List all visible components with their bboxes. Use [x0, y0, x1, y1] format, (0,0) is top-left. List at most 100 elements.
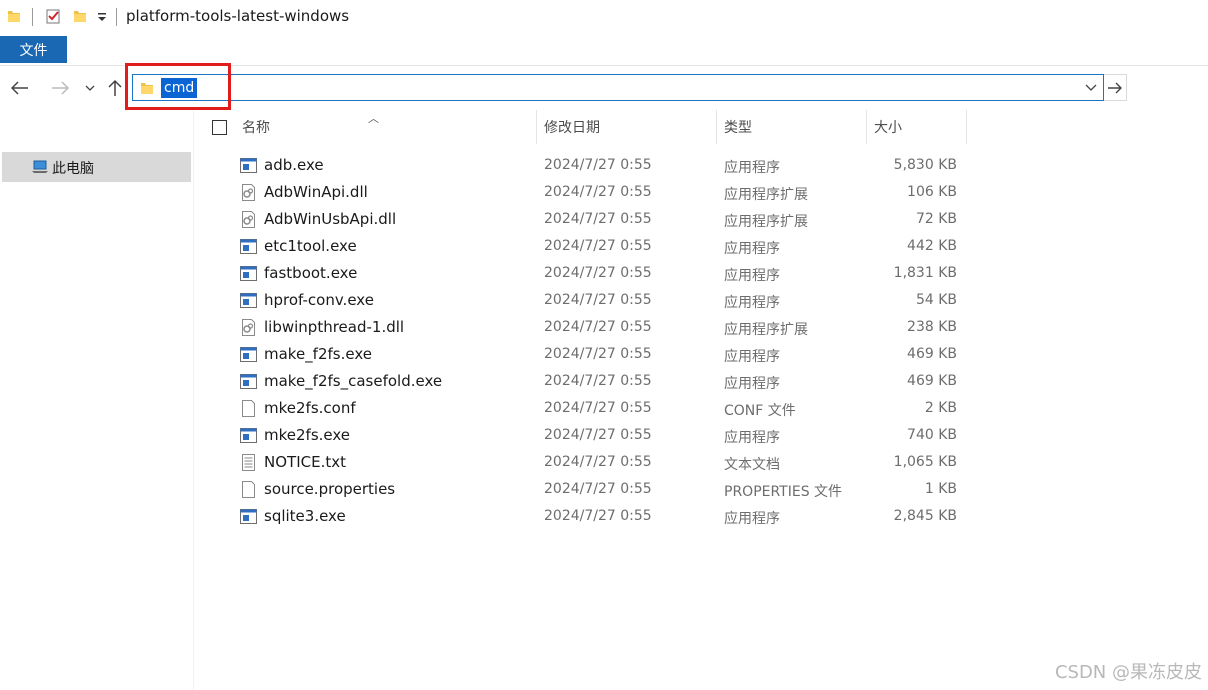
up-button[interactable]	[105, 78, 125, 98]
file-row[interactable]: mke2fs.exe 2024/7/27 0:55 应用程序 740 KB	[196, 422, 996, 449]
file-type: 应用程序	[724, 430, 780, 446]
file-row[interactable]: AdbWinApi.dll 2024/7/27 0:55 应用程序扩展 106 KB	[196, 179, 996, 206]
file-list: adb.exe 2024/7/27 0:55 应用程序 5,830 KB AdbWinA…	[196, 152, 996, 530]
file-type: PROPERTIES 文件	[724, 484, 843, 500]
title-separator	[116, 8, 117, 26]
arrow-left-icon	[11, 81, 28, 95]
file-name: NOTICE.txt	[264, 453, 346, 471]
file-date: 2024/7/27 0:55	[544, 238, 652, 254]
navigation-pane: 此电脑	[0, 110, 194, 690]
exe-file-icon	[240, 265, 257, 282]
file-name: mke2fs.exe	[264, 426, 351, 444]
file-size: 72 KB	[915, 211, 957, 227]
txt-file-icon	[240, 454, 257, 471]
arrow-up-icon	[108, 79, 122, 96]
sidebar-item-this-pc[interactable]: 此电脑	[2, 152, 191, 182]
file-type: CONF 文件	[724, 403, 796, 419]
address-bar[interactable]: cmd	[132, 74, 1104, 101]
column-header: ︿ 名称 修改日期 类型 大小	[196, 110, 996, 144]
file-type: 应用程序	[724, 349, 780, 365]
file-row[interactable]: AdbWinUsbApi.dll 2024/7/27 0:55 应用程序扩展 72 K…	[196, 206, 996, 233]
exe-file-icon	[240, 427, 257, 444]
column-divider[interactable]	[866, 110, 867, 144]
new-folder-icon[interactable]	[72, 8, 88, 24]
dll-file-icon	[240, 211, 257, 228]
title-separator	[32, 8, 33, 26]
title-bar: platform-tools-latest-windows	[0, 0, 1208, 34]
chevron-down-icon[interactable]	[1083, 79, 1099, 95]
file-type: 应用程序扩展	[724, 214, 808, 230]
column-divider[interactable]	[536, 110, 537, 144]
folder-icon[interactable]	[6, 8, 22, 24]
file-date: 2024/7/27 0:55	[544, 292, 652, 308]
customize-toolbar-icon[interactable]	[94, 8, 110, 24]
file-name: sqlite3.exe	[264, 507, 346, 525]
window-title: platform-tools-latest-windows	[126, 7, 350, 25]
computer-icon	[32, 160, 48, 173]
file-row[interactable]: source.properties 2024/7/27 0:55 PROPERTIE…	[196, 476, 996, 503]
sidebar-item-label: 此电脑	[52, 161, 94, 177]
file-tab[interactable]: 文件	[0, 36, 67, 63]
file-name: AdbWinApi.dll	[264, 183, 368, 201]
file-type: 应用程序扩展	[724, 322, 808, 338]
exe-file-icon	[240, 238, 257, 255]
column-size[interactable]: 大小	[874, 110, 964, 144]
file-file-icon	[240, 400, 257, 417]
column-date[interactable]: 修改日期	[544, 110, 714, 144]
column-divider[interactable]	[966, 110, 967, 144]
file-name: source.properties	[264, 480, 396, 498]
file-row[interactable]: NOTICE.txt 2024/7/27 0:55 文本文档 1,065 KB	[196, 449, 996, 476]
file-name: AdbWinUsbApi.dll	[264, 210, 397, 228]
file-row[interactable]: fastboot.exe 2024/7/27 0:55 应用程序 1,831 KB	[196, 260, 996, 287]
file-name: etc1tool.exe	[264, 237, 357, 255]
column-name[interactable]: 名称	[242, 110, 532, 144]
file-date: 2024/7/27 0:55	[544, 157, 652, 173]
file-row[interactable]: libwinpthread-1.dll 2024/7/27 0:55 应用程序扩展 2…	[196, 314, 996, 341]
file-name: hprof-conv.exe	[264, 291, 374, 309]
file-row[interactable]: make_f2fs.exe 2024/7/27 0:55 应用程序 469 KB	[196, 341, 996, 368]
chevron-down-icon	[85, 85, 95, 91]
file-type: 应用程序	[724, 241, 780, 257]
file-date: 2024/7/27 0:55	[544, 508, 652, 524]
file-size: 1,065 KB	[893, 454, 957, 470]
back-button[interactable]	[10, 78, 30, 98]
properties-icon[interactable]	[45, 8, 61, 24]
file-type: 应用程序	[724, 376, 780, 392]
file-name: libwinpthread-1.dll	[264, 318, 405, 336]
go-button[interactable]	[1104, 74, 1127, 101]
file-date: 2024/7/27 0:55	[544, 319, 652, 335]
file-row[interactable]: etc1tool.exe 2024/7/27 0:55 应用程序 442 KB	[196, 233, 996, 260]
exe-file-icon	[240, 292, 257, 309]
file-name: mke2fs.conf	[264, 399, 356, 417]
file-row[interactable]: mke2fs.conf 2024/7/27 0:55 CONF 文件 2 KB	[196, 395, 996, 422]
column-type[interactable]: 类型	[724, 110, 864, 144]
file-type: 文本文档	[724, 457, 780, 473]
file-date: 2024/7/27 0:55	[544, 427, 652, 443]
file-name: adb.exe	[264, 156, 324, 174]
file-date: 2024/7/27 0:55	[544, 454, 652, 470]
annotation-highlight-box	[125, 63, 231, 110]
column-divider[interactable]	[716, 110, 717, 144]
watermark: CSDN @果冻皮皮	[1054, 662, 1202, 683]
file-date: 2024/7/27 0:55	[544, 184, 652, 200]
file-date: 2024/7/27 0:55	[544, 346, 652, 362]
select-all-checkbox[interactable]	[212, 120, 227, 135]
dll-file-icon	[240, 319, 257, 336]
file-type: 应用程序	[724, 511, 780, 527]
file-date: 2024/7/27 0:55	[544, 211, 652, 227]
file-size: 469 KB	[907, 373, 957, 389]
file-size: 238 KB	[907, 319, 957, 335]
file-size: 5,830 KB	[893, 157, 957, 173]
file-row[interactable]: make_f2fs_casefold.exe 2024/7/27 0:55 应用程序…	[196, 368, 996, 395]
file-type: 应用程序	[724, 160, 780, 176]
file-name: make_f2fs_casefold.exe	[264, 372, 443, 390]
file-row[interactable]: hprof-conv.exe 2024/7/27 0:55 应用程序 54 KB	[196, 287, 996, 314]
file-row[interactable]: sqlite3.exe 2024/7/27 0:55 应用程序 2,845 KB	[196, 503, 996, 530]
file-date: 2024/7/27 0:55	[544, 373, 652, 389]
forward-button[interactable]	[50, 78, 70, 98]
file-date: 2024/7/27 0:55	[544, 400, 652, 416]
ribbon: 文件	[0, 34, 1208, 66]
file-size: 2 KB	[924, 400, 957, 416]
recent-locations-button[interactable]	[80, 78, 100, 98]
file-row[interactable]: adb.exe 2024/7/27 0:55 应用程序 5,830 KB	[196, 152, 996, 179]
